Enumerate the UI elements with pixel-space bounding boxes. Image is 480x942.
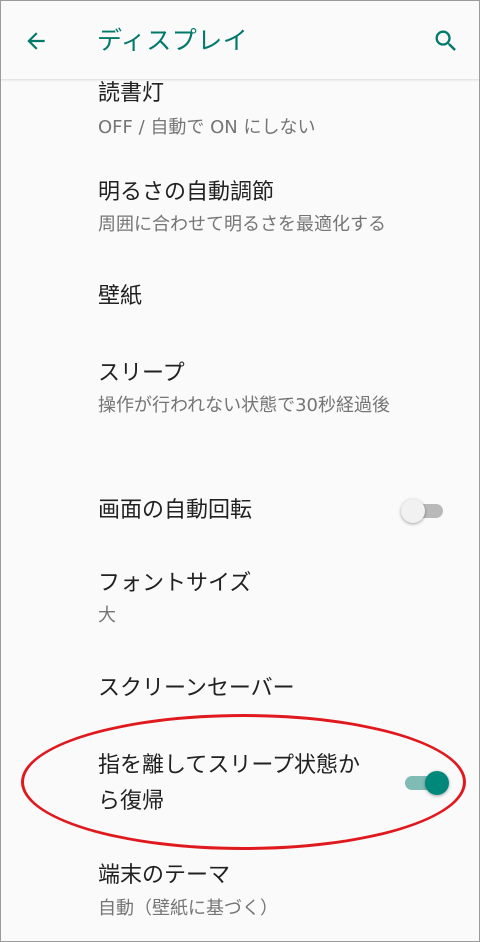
setting-auto-rotate[interactable]: 画面の自動回転 — [1, 479, 479, 543]
setting-reading-light[interactable]: 読書灯 OFF / 自動で ON にしない — [1, 74, 479, 150]
setting-summary: 自動（壁紙に基づく） — [98, 898, 278, 919]
setting-summary: 周囲に合わせて明るさを最適化する — [98, 214, 386, 235]
setting-title: 端末のテーマ — [98, 863, 231, 888]
setting-font-size[interactable]: フォントサイズ 大 — [1, 563, 479, 639]
switch-thumb — [401, 499, 425, 523]
setting-sleep[interactable]: スリープ 操作が行われない状態で30秒経過後 — [1, 351, 479, 461]
arrow-left-icon — [27, 32, 45, 50]
setting-summary: 大 — [98, 605, 116, 626]
setting-title: スクリーンセーバー — [98, 676, 295, 701]
lift-to-wake-switch[interactable] — [401, 766, 449, 800]
setting-title: 画面の自動回転 — [98, 498, 253, 523]
setting-summary: 操作が行われない状態で30秒経過後 — [98, 395, 391, 416]
setting-wallpaper[interactable]: 壁紙 — [1, 265, 479, 331]
setting-title: 壁紙 — [98, 284, 143, 309]
setting-title: 指を離してスリープ状態から復帰 — [98, 753, 361, 814]
setting-title: 明るさの自動調節 — [98, 180, 275, 205]
search-button[interactable] — [425, 20, 467, 62]
page-title: ディスプレイ — [97, 26, 249, 55]
setting-adaptive-brightness[interactable]: 明るさの自動調節 周囲に合わせて明るさを最適化する — [1, 170, 479, 250]
app-bar: ディスプレイ — [1, 1, 479, 80]
search-icon — [435, 30, 456, 51]
switch-thumb — [425, 771, 449, 795]
setting-title: 読書灯 — [98, 81, 165, 106]
setting-screensaver[interactable]: スクリーンセーバー — [1, 659, 479, 721]
back-button[interactable] — [15, 20, 57, 62]
setting-device-theme[interactable]: 端末のテーマ 自動（壁紙に基づく） — [1, 857, 479, 941]
setting-title: スリープ — [98, 361, 185, 386]
settings-screen: ディスプレイ 読書灯 OFF / 自動で ON にしない 明るさの自動調節 周囲… — [0, 0, 480, 942]
setting-summary: OFF / 自動で ON にしない — [98, 117, 316, 138]
setting-lift-to-wake[interactable]: 指を離してスリープ状態から復帰 — [1, 746, 479, 826]
setting-title: フォントサイズ — [98, 571, 252, 596]
auto-rotate-switch[interactable] — [401, 494, 447, 528]
